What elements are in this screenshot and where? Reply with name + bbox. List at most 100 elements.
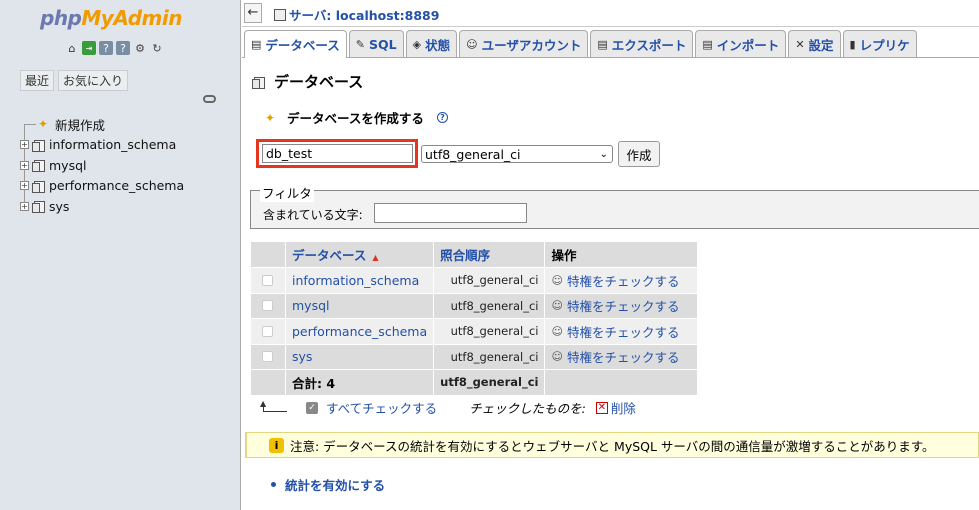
tab-export[interactable]: ▤ エクスポート — [590, 30, 694, 57]
sort-by-collation-link[interactable]: 照合順序 — [440, 248, 490, 263]
favorites-tab[interactable]: お気に入り — [58, 70, 129, 91]
enable-statistics-label: 統計を有効にする — [285, 478, 386, 493]
link-with-main-icon[interactable] — [203, 95, 216, 103]
filter-legend: フィルタ — [260, 183, 314, 202]
create-button[interactable]: 作成 — [618, 141, 660, 167]
footer-collation: utf8_general_ci — [434, 370, 545, 395]
help-icon[interactable]: ? — [436, 112, 448, 123]
check-privileges-label: 特権をチェックする — [566, 350, 680, 366]
tree-branch — [24, 123, 36, 125]
reload-icon[interactable]: ↻ — [150, 41, 164, 55]
delete-button[interactable]: 削除 — [611, 398, 636, 417]
tree-item-label: sys — [49, 198, 70, 214]
users-icon: ☺ — [551, 350, 563, 364]
tree-item-performance-schema[interactable]: + performance_schema — [20, 176, 184, 197]
database-table: データベース ▲ 照合順序 操作 information_schema utf8_… — [250, 241, 698, 396]
tree-item-new[interactable]: ✦ 新規作成 — [20, 114, 184, 135]
database-link[interactable]: information_schema — [292, 273, 419, 288]
collation-select[interactable]: utf8_general_ci ⌄ — [421, 145, 613, 163]
settings-icon: ✕ — [795, 37, 805, 51]
expand-icon[interactable]: + — [20, 160, 29, 170]
check-privileges-link[interactable]: ☺ 特権をチェックする — [551, 296, 691, 315]
logo-php: php — [40, 6, 82, 30]
tab-settings[interactable]: ✕ 設定 — [788, 30, 841, 57]
check-all-checkbox[interactable]: ✓ — [306, 401, 318, 414]
table-row: performance_schema utf8_general_ci ☺ 特権をチ… — [251, 319, 698, 344]
docs-icon[interactable]: ? — [99, 41, 113, 55]
tree-item-sys[interactable]: + sys — [20, 196, 184, 217]
collation-selected-value: utf8_general_ci — [425, 146, 521, 162]
nav-icon-bar: ⌂ ⇥ ? ? ⚙ ↻ — [65, 41, 164, 55]
statistics-notice: i 注意: データベースの統計を有効にするとウェブサーバと MySQL サーバの… — [245, 432, 979, 458]
collapse-nav-button[interactable]: ← — [244, 3, 262, 23]
header-collation[interactable]: 照合順序 — [434, 242, 545, 267]
server-breadcrumb[interactable]: サーバ: localhost:8889 — [289, 5, 439, 24]
home-icon[interactable]: ⌂ — [65, 41, 79, 55]
check-privileges-link[interactable]: ☺ 特権をチェックする — [551, 347, 691, 366]
row-checkbox[interactable] — [262, 274, 273, 286]
page-title: データベース — [252, 71, 363, 92]
breadcrumb[interactable]: サーバ: localhost:8889 — [274, 5, 439, 24]
expand-icon[interactable]: + — [20, 181, 29, 191]
tab-user-accounts[interactable]: ☺ ユーザアカウント — [459, 30, 589, 57]
header-checkbox-col — [251, 242, 285, 267]
tree-item-label: performance_schema — [49, 178, 185, 194]
sql-doc-icon[interactable]: ? — [116, 41, 130, 55]
database-icon — [32, 139, 46, 152]
footer-empty-cell — [545, 370, 698, 395]
database-link[interactable]: mysql — [292, 298, 330, 313]
new-database-icon: ✦ — [265, 110, 276, 125]
tab-label: 設定 — [808, 37, 834, 53]
footer-empty-cell — [251, 370, 285, 395]
database-link[interactable]: sys — [292, 349, 312, 364]
tab-sql[interactable]: ✎ SQL — [348, 30, 404, 57]
tree-item-label: 新規作成 — [55, 117, 106, 133]
navigation-panel: phpMyAdmin ⌂ ⇥ ? ? ⚙ ↻ 最近 お気に入り ✦ 新規作成 +… — [0, 0, 241, 510]
database-icon — [32, 200, 46, 214]
database-icon: ▤ — [251, 38, 262, 51]
expand-icon[interactable]: + — [20, 201, 29, 211]
check-privileges-link[interactable]: ☺ 特権をチェックする — [551, 271, 691, 290]
logout-icon[interactable]: ⇥ — [82, 41, 96, 55]
import-icon: ▤ — [702, 37, 713, 51]
settings-icon[interactable]: ⚙ — [133, 41, 147, 55]
row-checkbox-cell — [251, 268, 285, 293]
check-all-link[interactable]: すべてチェックする — [326, 398, 437, 417]
table-row: information_schema utf8_general_ci ☺ 特権をチ… — [251, 268, 698, 293]
phpmyadmin-logo[interactable]: phpMyAdmin — [40, 6, 182, 30]
enable-statistics-link[interactable]: 統計を有効にする — [271, 475, 385, 494]
expand-icon[interactable]: + — [20, 140, 29, 150]
tab-label: エクスポート — [611, 37, 687, 53]
export-icon: ▤ — [597, 37, 608, 51]
replication-icon: ▮ — [849, 37, 856, 51]
create-database-heading: ✦ データベースを作成する ? — [265, 108, 448, 127]
database-link[interactable]: performance_schema — [292, 324, 427, 339]
tab-import[interactable]: ▤ インポート — [695, 30, 787, 57]
filter-label: 含まれている文字: — [263, 208, 363, 222]
users-icon: ☺ — [466, 37, 478, 51]
tree-item-mysql[interactable]: + mysql — [20, 155, 184, 176]
row-checkbox[interactable] — [262, 325, 273, 337]
header-database[interactable]: データベース ▲ — [286, 242, 434, 267]
sort-by-database-link[interactable]: データベース — [292, 248, 366, 263]
total-count: 合計: 4 — [286, 370, 434, 395]
status-icon: ◈ — [412, 37, 422, 51]
row-checkbox[interactable] — [262, 300, 273, 312]
tab-replication[interactable]: ▮ レプリケ — [842, 30, 917, 57]
recent-tab[interactable]: 最近 — [20, 70, 55, 91]
table-header-row: データベース ▲ 照合順序 操作 — [251, 242, 698, 267]
server-icon — [274, 8, 286, 21]
users-icon: ☺ — [551, 273, 563, 287]
database-name-input[interactable] — [262, 144, 413, 163]
tab-databases[interactable]: ▤ データベース — [244, 30, 347, 58]
filter-input[interactable] — [374, 203, 527, 223]
tab-label: SQL — [369, 36, 397, 52]
new-database-icon: ✦ — [38, 117, 49, 132]
tab-label: インポート — [716, 37, 780, 53]
tree-item-information-schema[interactable]: + information_schema — [20, 135, 184, 156]
page-title-text: データベース — [274, 73, 364, 91]
row-checkbox[interactable] — [262, 351, 273, 363]
check-privileges-link[interactable]: ☺ 特権をチェックする — [551, 322, 691, 341]
delete-icon[interactable]: ✕ — [595, 401, 608, 414]
tab-status[interactable]: ◈ 状態 — [405, 30, 458, 57]
